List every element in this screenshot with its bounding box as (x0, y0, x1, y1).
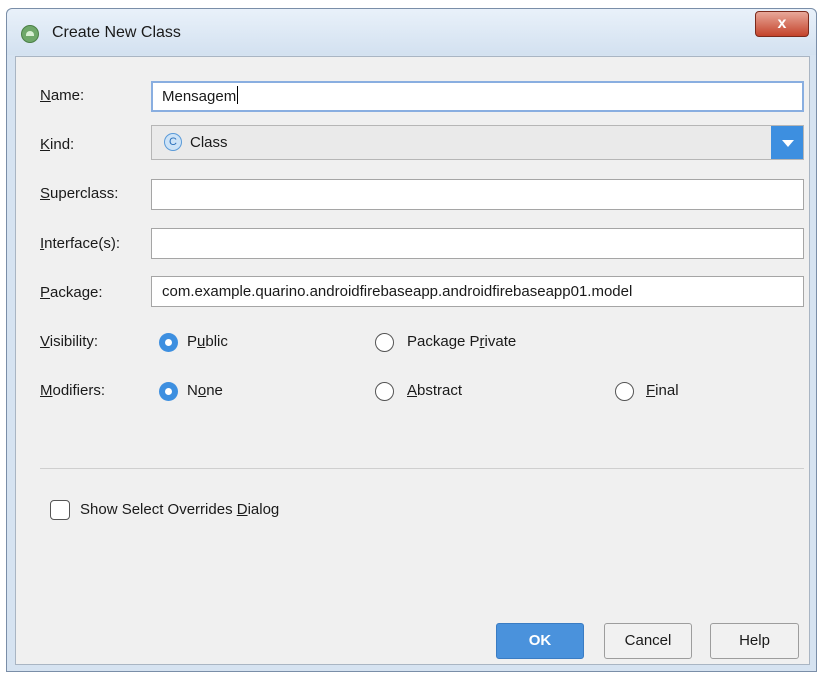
kind-select[interactable]: C Class (151, 125, 804, 160)
chevron-down-icon[interactable] (771, 126, 803, 159)
superclass-input[interactable] (151, 179, 804, 210)
interfaces-label: Interface(s): (40, 235, 121, 252)
title-bar[interactable]: Create New Class x (7, 9, 816, 55)
class-icon: C (164, 133, 182, 151)
modifiers-abstract-label[interactable]: Abstract (407, 382, 462, 399)
modifiers-none-radio[interactable] (159, 382, 178, 401)
android-studio-icon (21, 25, 39, 43)
divider (40, 468, 804, 469)
ok-button[interactable]: OK (496, 623, 584, 659)
interfaces-input[interactable] (151, 228, 804, 259)
name-input-value: Mensagem (162, 88, 237, 105)
superclass-label: Superclass: (40, 185, 119, 202)
modifiers-final-label[interactable]: Final (646, 382, 679, 399)
modifiers-none-label[interactable]: None (187, 382, 223, 399)
show-overrides-label[interactable]: Show Select Overrides Dialog (80, 501, 279, 518)
window-title: Create New Class (52, 24, 181, 41)
cancel-button[interactable]: Cancel (604, 623, 692, 659)
text-caret (237, 86, 239, 104)
modifiers-label: Modifiers: (40, 382, 106, 399)
dialog-content: Name: Mensagem Kind: C Class Superclass:… (15, 56, 810, 665)
visibility-public-radio[interactable] (159, 333, 178, 352)
kind-select-value: Class (190, 134, 228, 151)
visibility-package-private-radio[interactable] (375, 333, 394, 352)
modifiers-abstract-radio[interactable] (375, 382, 394, 401)
name-label: Name: (40, 87, 85, 104)
visibility-label: Visibility: (40, 333, 99, 350)
visibility-public-label[interactable]: Public (187, 333, 228, 350)
help-button[interactable]: Help (710, 623, 799, 659)
visibility-package-private-label[interactable]: Package Private (407, 333, 516, 350)
dialog-window: Create New Class x Name: Mensagem Kind: … (6, 8, 817, 672)
package-input[interactable]: com.example.quarino.androidfirebaseapp.a… (151, 276, 804, 307)
show-overrides-checkbox[interactable] (50, 500, 70, 520)
close-button[interactable]: x (755, 11, 809, 37)
package-label: Package: (40, 284, 103, 301)
kind-label: Kind: (40, 136, 75, 153)
modifiers-final-radio[interactable] (615, 382, 634, 401)
name-input[interactable]: Mensagem (151, 81, 804, 112)
